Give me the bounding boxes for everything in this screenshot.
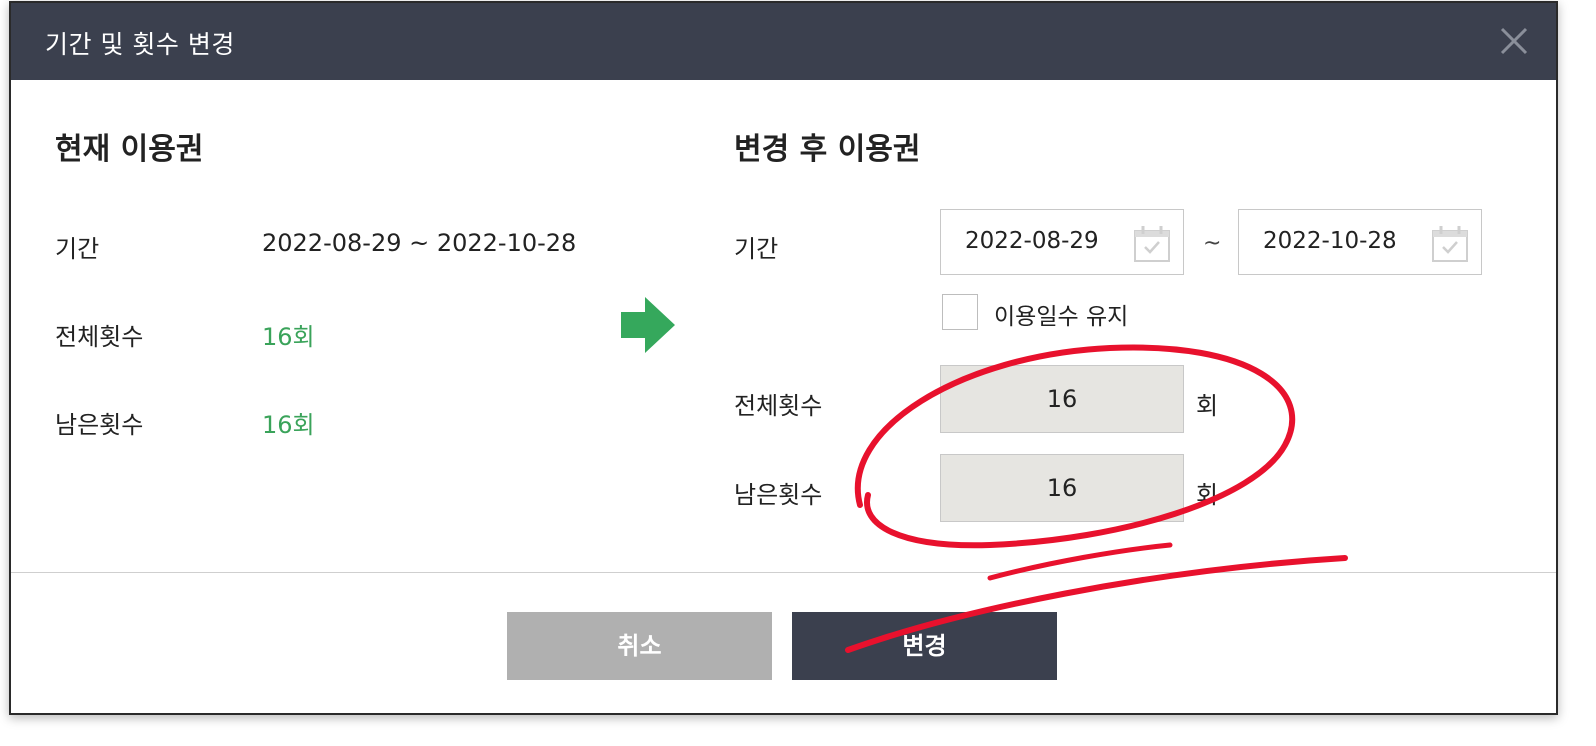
current-remaining-value: 16회	[262, 411, 315, 439]
date-range-separator: ~	[1203, 231, 1222, 256]
change-period-dialog: 기간 및 횟수 변경 현재 이용권 기간 2022-08-29 ~ 2022-1…	[9, 1, 1558, 715]
current-period-label: 기간	[55, 235, 100, 263]
end-date-input[interactable]: 2022-10-28	[1238, 209, 1482, 275]
start-date-input[interactable]: 2022-08-29	[940, 209, 1184, 275]
keep-days-label: 이용일수 유지	[994, 304, 1129, 330]
arrow-right-icon	[621, 297, 675, 353]
remaining-count-input[interactable]: 16	[940, 454, 1184, 522]
total-count-input[interactable]: 16	[940, 365, 1184, 433]
end-date-value: 2022-10-28	[1263, 228, 1397, 254]
keep-days-checkbox[interactable]	[942, 294, 978, 330]
after-remaining-label: 남은횟수	[734, 481, 823, 509]
remaining-count-unit: 회	[1196, 481, 1219, 509]
dialog-header: 기간 및 횟수 변경	[11, 3, 1556, 80]
current-period-value: 2022-08-29 ~ 2022-10-28	[262, 229, 577, 257]
close-icon	[1500, 27, 1528, 55]
confirm-change-button[interactable]: 변경	[792, 612, 1057, 680]
footer-divider	[11, 572, 1556, 573]
after-total-label: 전체횟수	[734, 392, 823, 420]
current-total-value: 16회	[262, 323, 315, 351]
current-remaining-label: 남은횟수	[55, 411, 144, 439]
after-period-label: 기간	[734, 235, 779, 263]
close-button[interactable]	[1494, 21, 1534, 61]
current-pass-title: 현재 이용권	[55, 132, 204, 167]
start-date-value: 2022-08-29	[965, 228, 1099, 254]
total-count-unit: 회	[1196, 392, 1219, 420]
calendar-icon[interactable]	[1431, 225, 1469, 263]
after-pass-title: 변경 후 이용권	[734, 132, 921, 167]
calendar-icon[interactable]	[1133, 225, 1171, 263]
current-total-label: 전체횟수	[55, 323, 144, 351]
cancel-button[interactable]: 취소	[507, 612, 772, 680]
dialog-title: 기간 및 횟수 변경	[45, 30, 235, 59]
